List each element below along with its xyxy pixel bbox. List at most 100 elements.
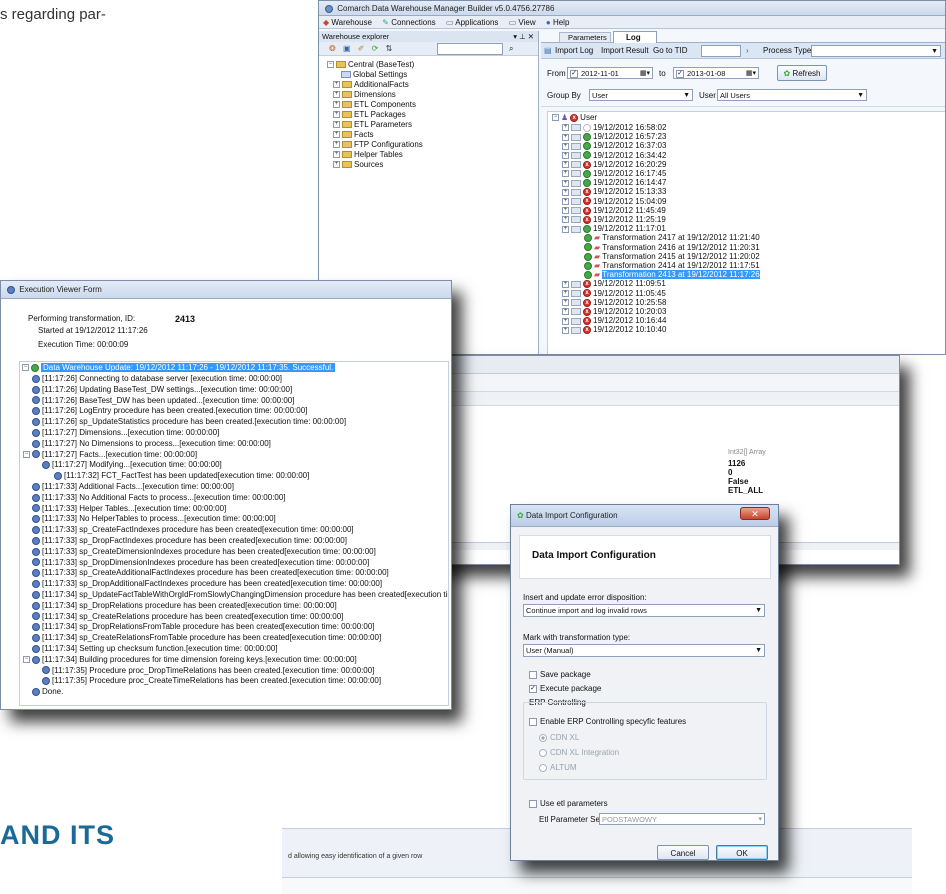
tree-item-central[interactable]: − Central (BaseTest) [327,60,414,69]
from-date-field[interactable]: ✓ 2012-11-01 ▦▾ [567,67,653,79]
execution-log-line[interactable]: [11:17:33] sp_CreateAdditionalFactIndexe… [32,568,389,577]
tree-item-etl-components[interactable]: + ETL Components [333,100,416,109]
import-result-button[interactable]: Import Result [601,43,649,59]
execution-log-line[interactable]: [11:17:33] No Additional Facts to proces… [32,493,286,502]
execution-log-line[interactable]: [11:17:27] No Dimensions to process...[e… [32,439,271,448]
execution-log-line[interactable]: [11:17:33] No HelperTables to process...… [32,514,276,523]
execution-log-line[interactable]: [11:17:34] sp_DropRelationsFromTable pro… [32,622,375,631]
execution-log-line[interactable]: [11:17:33] Helper Tables...[execution ti… [32,504,226,513]
etl-set-select[interactable]: PODSTAWOWY ▾ [599,813,765,825]
transformation-entry[interactable]: ▰ Transformation 2415 at 19/12/2012 11:2… [584,252,760,261]
go-arrow-icon[interactable]: › [746,43,749,59]
groupby-select[interactable]: User ▼ [589,89,693,101]
radio-altum[interactable]: ALTUM [539,763,577,772]
transformation-entry[interactable]: ▰ Transformation 2414 at 19/12/2012 11:1… [584,261,760,270]
sort-icon[interactable]: ⇅ [386,44,393,53]
log-root[interactable]: − ♟ x User [552,113,597,122]
execution-log-line[interactable]: [11:17:32] FCT_FactTest has been updated… [54,471,309,480]
enable-erp-checkbox[interactable]: Enable ERP Controlling specyfic features [529,717,686,726]
menu-help[interactable]: ● Help [546,18,570,27]
refresh-button[interactable]: ✿ Refresh [777,65,827,81]
explorer-search-input[interactable] [437,43,503,55]
execution-log-line[interactable]: [11:17:26] Connecting to database server… [32,374,282,383]
tree-item-etl-parameters[interactable]: + ETL Parameters [333,120,412,129]
tree-item-etl-packages[interactable]: + ETL Packages [333,110,406,119]
save-icon[interactable]: ▣ [343,44,351,53]
transformation-entry[interactable]: ▰ Transformation 2417 at 19/12/2012 11:2… [584,233,760,242]
explorer-controls[interactable]: ▾ ⊥ ✕ [513,31,534,42]
execution-log-line[interactable]: [11:17:35] Procedure proc_CreateTimeRela… [42,676,381,685]
transformation-entry[interactable]: ▰ Transformation 2413 at 19/12/2012 11:1… [584,270,760,280]
tid-input[interactable] [701,45,741,57]
execute-package-checkbox[interactable]: ✓ Execute package [529,684,601,693]
tree-item-facts[interactable]: + Facts [333,130,374,139]
edit-icon[interactable]: ✐ [358,44,365,53]
transformation-entry[interactable]: ▰ Transformation 2416 at 19/12/2012 11:2… [584,243,760,252]
execution-log-line[interactable]: [11:17:27] Modifying...[execution time: … [42,460,222,469]
goto-tid-button[interactable]: Go to TID [653,43,688,59]
to-date-field[interactable]: ✓ 2013-01-08 ▦▾ [673,67,759,79]
refresh-icon[interactable]: ⟳ [372,44,379,53]
import-log-button[interactable]: Import Log [555,43,593,59]
save-package-checkbox[interactable]: Save package [529,670,591,679]
log-entry[interactable]: + x 19/12/2012 11:09:51 [562,279,666,288]
log-entry[interactable]: +19/12/2012 16:37:03 [562,141,666,150]
log-entry[interactable]: +19/12/2012 16:57:23 [562,132,666,141]
log-entry[interactable]: +19/12/2012 16:14:47 [562,178,666,187]
radio-cdn-xl-integration[interactable]: CDN XL Integration [539,748,619,757]
tree-item-helper-tables[interactable]: + Helper Tables [333,150,403,159]
tree-item-additional-facts[interactable]: + AdditionalFacts [333,80,409,89]
tree-item-sources[interactable]: + Sources [333,160,383,169]
use-etl-checkbox[interactable]: Use etl parameters [529,799,608,808]
execution-log-line[interactable]: [11:17:34] sp_CreateRelationsFromTable p… [32,633,381,642]
log-entry[interactable]: + x 19/12/2012 15:13:33 [562,187,666,196]
execution-log-line[interactable]: [11:17:34] sp_UpdateFactTableWithOrgIdFr… [32,590,448,599]
execution-log-line[interactable]: [11:17:27] Dimensions...[execution time:… [32,428,219,437]
process-type-select[interactable]: ▼ [811,45,941,57]
log-entry[interactable]: +19/12/2012 16:58:02 [562,123,666,132]
execution-log-line[interactable]: [11:17:34] sp_DropRelations procedure ha… [32,601,337,610]
user-select[interactable]: All Users ▼ [717,89,867,101]
execution-log-line[interactable]: [11:17:33] sp_DropAdditionalFactIndexes … [32,579,382,588]
execution-log-line[interactable]: [11:17:33] sp_DropFactIndexes procedure … [32,536,347,545]
menu-view[interactable]: ▭ View [509,18,536,27]
execution-log-line[interactable]: − [11:17:34] Building procedures for time… [23,655,357,664]
ok-button[interactable]: OK [716,845,768,860]
execution-root[interactable]: − Data Warehouse Update: 19/12/2012 11:17… [22,363,336,372]
execution-log-line[interactable]: [11:17:26] sp_UpdateStatistics procedure… [32,417,346,426]
log-entry[interactable]: + x 19/12/2012 10:20:03 [562,307,666,316]
execution-log-line[interactable]: [11:17:35] Procedure proc_DropTimeRelati… [42,666,374,675]
execution-log-line[interactable]: [11:17:34] Setting up checksum function.… [32,644,278,653]
tab-parameters[interactable]: Parameters [559,32,611,43]
log-entry[interactable]: + x 19/12/2012 11:25:19 [562,215,666,224]
log-entry[interactable]: +19/12/2012 11:17:01 [562,224,666,233]
log-entry[interactable]: + x 19/12/2012 11:05:45 [562,289,666,298]
transformation-type-select[interactable]: User (Manual) ▼ [523,644,765,657]
log-entry[interactable]: + x 19/12/2012 10:16:44 [562,316,666,325]
log-entry[interactable]: + x 19/12/2012 15:04:09 [562,197,666,206]
execution-log-line[interactable]: − [11:17:27] Facts...[execution time: 00:… [23,450,197,459]
log-entry[interactable]: + x 19/12/2012 10:10:40 [562,325,666,334]
log-entry[interactable]: + x 19/12/2012 11:45:49 [562,206,666,215]
radio-cdn-xl[interactable]: CDN XL [539,733,579,742]
execution-log-line[interactable]: [11:17:34] sp_CreateRelations procedure … [32,612,343,621]
new-icon[interactable]: ❂ [329,44,336,53]
execution-log-line[interactable]: [11:17:33] sp_CreateDimensionIndexes pro… [32,547,376,556]
execution-log-line[interactable]: [11:17:26] BaseTest_DW has been updated.… [32,396,294,405]
menu-warehouse[interactable]: ◆ Warehouse [323,18,372,27]
execution-log-line[interactable]: [11:17:26] LogEntry procedure has been c… [32,406,307,415]
search-icon[interactable]: ⌕ [509,42,513,56]
log-entry[interactable]: +19/12/2012 16:34:42 [562,151,666,160]
tree-item-global-settings[interactable]: Global Settings [341,70,407,79]
log-entry[interactable]: + x 19/12/2012 16:20:29 [562,160,666,169]
menu-connections[interactable]: ✎ Connections [382,18,435,27]
execution-log-line[interactable]: [11:17:33] sp_DropDimensionIndexes proce… [32,558,369,567]
tab-log[interactable]: Log [613,31,657,43]
execution-log-line[interactable]: [11:17:33] sp_CreateFactIndexes procedur… [32,525,354,534]
insert-disposition-select[interactable]: Continue import and log invalid rows ▼ [523,604,765,617]
execution-log-line[interactable]: [11:17:33] Additional Facts...[execution… [32,482,234,491]
log-entry[interactable]: + x 19/12/2012 10:25:58 [562,298,666,307]
tree-item-dimensions[interactable]: + Dimensions [333,90,396,99]
close-button[interactable]: ✕ [740,507,770,520]
cancel-button[interactable]: Cancel [657,845,709,860]
